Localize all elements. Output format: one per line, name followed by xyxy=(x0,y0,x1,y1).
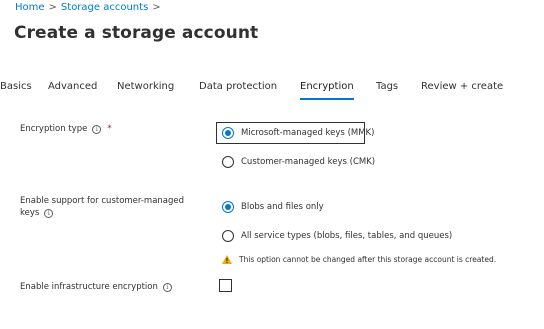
required-marker: * xyxy=(107,124,112,134)
radio-unselected-icon[interactable] xyxy=(222,156,234,168)
radio-label: Microsoft-managed keys (MMK) xyxy=(241,128,375,138)
breadcrumb: Home > Storage accounts > xyxy=(15,2,165,13)
tab-data-protection[interactable]: Data protection xyxy=(199,81,277,92)
tab-review-create[interactable]: Review + create xyxy=(421,81,503,92)
tab-advanced[interactable]: Advanced xyxy=(48,81,97,92)
tab-basics[interactable]: Basics xyxy=(0,81,32,92)
more-options-icon[interactable]: ··· xyxy=(247,27,260,38)
tab-networking[interactable]: Networking xyxy=(117,81,174,92)
infrastructure-encryption-checkbox[interactable] xyxy=(219,279,232,292)
radio-microsoft-managed-keys[interactable]: Microsoft-managed keys (MMK) xyxy=(222,127,374,139)
encryption-type-label-text: Encryption type xyxy=(20,124,88,134)
cmk-support-label: Enable support for customer-managed keys… xyxy=(20,195,184,219)
info-icon[interactable]: i xyxy=(162,283,172,292)
cmk-support-label-line2: keys xyxy=(20,208,40,218)
radio-label: All service types (blobs, files, tables,… xyxy=(241,231,453,241)
warning-message: This option cannot be changed after this… xyxy=(222,255,496,264)
radio-selected-icon[interactable] xyxy=(222,127,234,139)
info-icon[interactable]: i xyxy=(44,209,54,218)
radio-customer-managed-keys[interactable]: Customer-managed keys (CMK) xyxy=(222,156,375,168)
breadcrumb-separator: > xyxy=(152,2,161,13)
radio-all-service-types[interactable]: All service types (blobs, files, tables,… xyxy=(222,230,452,242)
encryption-type-label: Encryption type i * xyxy=(20,123,112,135)
radio-label: Customer-managed keys (CMK) xyxy=(241,157,376,167)
warning-text: This option cannot be changed after this… xyxy=(239,255,497,264)
page-title: Create a storage account xyxy=(14,23,259,43)
tab-tags[interactable]: Tags xyxy=(376,81,398,92)
tab-encryption[interactable]: Encryption xyxy=(300,81,354,100)
breadcrumb-home-link[interactable]: Home xyxy=(15,2,45,13)
infrastructure-encryption-label-text: Enable infrastructure encryption xyxy=(20,282,158,292)
cmk-support-label-line1: Enable support for customer-managed xyxy=(20,196,185,206)
warning-icon xyxy=(222,255,232,264)
infrastructure-encryption-label: Enable infrastructure encryption i xyxy=(20,281,172,293)
radio-selected-icon[interactable] xyxy=(222,201,234,213)
radio-blobs-and-files-only[interactable]: Blobs and files only xyxy=(222,201,324,213)
breadcrumb-separator: > xyxy=(48,2,57,13)
radio-unselected-icon[interactable] xyxy=(222,230,234,242)
breadcrumb-storage-accounts-link[interactable]: Storage accounts xyxy=(61,2,148,13)
info-icon[interactable]: i xyxy=(92,125,102,134)
radio-label: Blobs and files only xyxy=(241,202,324,212)
